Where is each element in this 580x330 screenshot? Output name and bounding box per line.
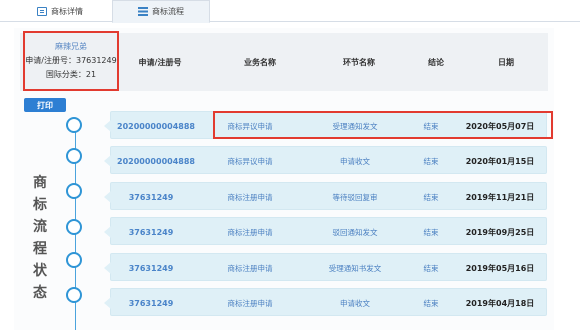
header-app-no: 申请/注册号 (138, 57, 182, 67)
cell-result: 结束 (423, 263, 439, 273)
header-step: 环节名称 (343, 57, 375, 67)
table-row[interactable]: 37631249 商标注册申请 驳回通知发文 结束 2019年09月25日 (104, 217, 547, 245)
cell-result: 结束 (423, 227, 439, 237)
cell-business: 商标异议申请 (227, 156, 273, 166)
cell-result: 结束 (423, 156, 439, 166)
timeline-node (66, 148, 82, 164)
cell-date: 2019年09月25日 (465, 227, 535, 237)
cell-business: 商标注册申请 (227, 227, 273, 237)
tab-trademark-details[interactable]: 商标详情 (14, 0, 106, 22)
table-row[interactable]: 37631249 商标注册申请 受理通知书发文 结束 2019年05月16日 (104, 253, 547, 281)
timeline-node (66, 252, 82, 268)
cell-app-no: 20200000004888 (117, 156, 195, 166)
highlight-box (213, 111, 553, 139)
cell-app-no: 37631249 (128, 298, 174, 308)
cell-step: 受理通知书发文 (328, 263, 382, 273)
timeline-node (66, 219, 82, 235)
cell-app-no: 20200000004888 (117, 121, 195, 131)
cell-result: 结束 (423, 192, 439, 202)
header-result: 结论 (428, 57, 444, 67)
cell-date: 2019年05月16日 (465, 263, 535, 273)
cell-date: 2020年01月15日 (465, 156, 535, 166)
cell-step: 等待驳回复审 (332, 192, 378, 202)
cell-business: 商标注册申请 (227, 192, 273, 202)
list-icon (138, 7, 148, 16)
cell-step: 申请收文 (340, 156, 370, 166)
international-class: 国际分类：21 (45, 70, 97, 79)
tab-bar: 商标详情 商标流程 (0, 0, 580, 23)
table-row[interactable]: 37631249 商标注册申请 申请收文 结束 2019年04月18日 (104, 288, 547, 316)
header-business: 业务名称 (244, 57, 276, 67)
tab-trademark-process[interactable]: 商标流程 (112, 0, 210, 23)
table-row[interactable]: 20200000004888 商标异议申请 申请收文 结束 2020年01月15… (104, 146, 547, 174)
tab-label: 商标流程 (152, 7, 184, 16)
cell-step: 申请收文 (340, 298, 370, 308)
cell-app-no: 37631249 (128, 227, 174, 237)
cell-date: 2019年04月18日 (465, 298, 535, 308)
header-date: 日期 (498, 57, 514, 67)
cell-app-no: 37631249 (128, 263, 174, 273)
timeline-node (66, 287, 82, 303)
tab-label: 商标详情 (51, 6, 83, 16)
cell-step: 驳回通知发文 (332, 227, 378, 237)
trademark-info-box: 麻辣兄弟 申请/注册号：37631249 国际分类：21 (23, 31, 119, 91)
trademark-name: 麻辣兄弟 (55, 42, 87, 51)
cell-date: 2019年11月21日 (465, 192, 535, 202)
process-status-label: 商 标 流 程 状 态 (33, 175, 47, 301)
timeline-node (66, 183, 82, 199)
cell-app-no: 37631249 (128, 192, 174, 202)
timeline-node (66, 117, 82, 133)
print-button[interactable]: 打印 (24, 98, 66, 112)
table-row[interactable]: 37631249 商标注册申请 等待驳回复审 结束 2019年11月21日 (104, 182, 547, 210)
registration-number: 申请/注册号：37631249 (25, 56, 117, 65)
cell-business: 商标注册申请 (227, 298, 273, 308)
cell-result: 结束 (423, 298, 439, 308)
cell-business: 商标注册申请 (227, 263, 273, 273)
document-icon (37, 6, 47, 16)
